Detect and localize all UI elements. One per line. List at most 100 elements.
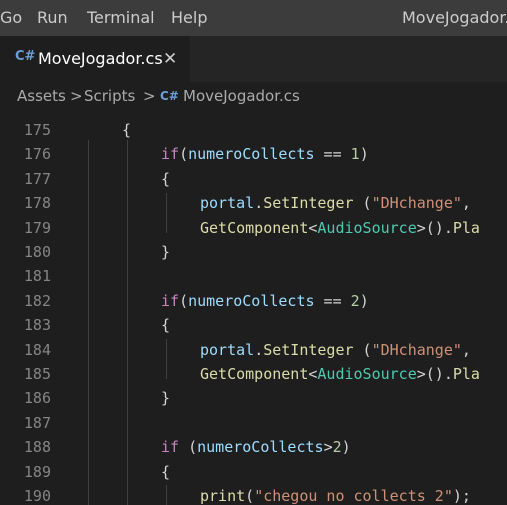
line-number: 185 [23,365,51,383]
code-token: ); [452,487,471,505]
code-text: if(numeroCollects == 1) [161,142,369,166]
chevron-right-icon: > [70,87,83,105]
code-token: numeroCollects [197,438,324,457]
code-line[interactable]: 178 portal.SetInteger ("DHchange", [0,191,507,215]
code-token: portal [200,340,255,359]
line-number: 181 [23,267,51,286]
window-title: MoveJogador.cs [402,8,507,27]
code-line[interactable]: 185 GetComponent<AudioSource>().Pla [0,362,507,386]
line-number: 175 [23,121,51,139]
code-token: . [254,194,264,213]
code-token: if [161,145,180,164]
code-line[interactable]: 188 if (numeroCollects>2) [0,435,507,459]
code-line[interactable]: 177 { [0,167,507,191]
code-line[interactable]: 175 { [0,118,507,142]
code-token: GetComponent [200,218,309,237]
code-text: portal.SetInteger ("DHchange", [200,338,471,362]
line-number: 180 [23,243,51,261]
code-token: AudioSource [317,365,417,383]
code-text: } [161,240,170,264]
menu-bar: Go Run Terminal Help MoveJogador.cs [0,0,507,36]
menu-terminal[interactable]: Terminal [87,0,155,36]
line-number: 186 [23,389,51,408]
code-line[interactable]: 184 portal.SetInteger ("DHchange", [0,338,507,362]
line-number: 178 [23,194,51,213]
code-token: { [161,316,171,335]
close-icon[interactable]: ✕ [163,36,177,82]
code-line[interactable]: 186} [0,386,507,410]
code-line[interactable]: 187 [0,411,507,435]
code-line[interactable]: 189 { [0,460,507,484]
code-token: ( [245,487,255,505]
code-token: numeroCollects [188,145,315,164]
code-token: ( [179,291,189,310]
tab-movejogador[interactable]: C# MoveJogador.cs ✕ [0,36,190,82]
line-number: 189 [23,462,51,481]
code-token: "chegou no collects 2" [254,487,453,505]
menu-run[interactable]: Run [37,0,68,36]
code-text: { [161,460,170,484]
code-token: SetInteger [263,194,354,213]
line-number: 187 [23,413,51,432]
code-token: ) [359,291,369,310]
code-token: if [161,291,180,310]
code-line[interactable]: 176 if(numeroCollects == 1) [0,142,507,166]
line-number: 179 [23,218,51,237]
code-text: { [122,118,131,142]
code-token: } [161,389,171,408]
code-line[interactable]: 180} [0,240,507,264]
code-text: } [161,386,170,410]
code-token: ( [353,340,372,359]
breadcrumb-scripts[interactable]: Scripts [84,82,135,110]
code-token: , [461,194,471,213]
csharp-file-icon: C# [15,49,36,64]
code-token: AudioSource [317,218,417,237]
tab-label: MoveJogador.cs [38,49,163,68]
code-token: ) [359,145,369,164]
code-token: { [161,169,171,188]
code-line[interactable]: 183 { [0,313,507,337]
code-token: Pla [452,365,480,383]
code-token: == [314,145,351,164]
tab-bar: C# MoveJogador.cs ✕ [0,36,507,82]
breadcrumb-file[interactable]: MoveJogador.cs [183,82,300,110]
code-token: numeroCollects [188,291,315,310]
code-token: SetInteger [263,340,354,359]
code-token: == [314,291,351,310]
code-token: "DHchange" [371,194,462,213]
line-number: 190 [23,487,51,505]
code-token: 1 [350,145,360,164]
code-token: ( [179,145,189,164]
line-number: 176 [23,145,51,164]
code-line[interactable]: 181 [0,264,507,288]
code-text: portal.SetInteger ("DHchange", [200,191,471,215]
code-token: { [161,462,171,481]
code-text: { [161,313,170,337]
code-token: portal [200,194,255,213]
code-token: "DHchange" [371,340,462,359]
code-text: if(numeroCollects == 2) [161,289,369,313]
code-text: { [161,167,170,191]
code-line[interactable]: 182 if(numeroCollects == 2) [0,289,507,313]
code-token: print [200,487,246,505]
code-line[interactable]: 179 GetComponent<AudioSource>().Pla [0,216,507,240]
line-number: 177 [23,169,51,188]
code-token: GetComponent [200,365,309,383]
menu-help[interactable]: Help [171,0,207,36]
breadcrumb-assets[interactable]: Assets [17,82,66,110]
code-token: ( [353,194,372,213]
code-line[interactable]: 190 print("chegou no collects 2"); [0,484,507,505]
line-number: 184 [23,340,51,359]
code-editor[interactable]: 175{176 if(numeroCollects == 1) 177{178 por… [0,110,507,505]
code-token: >(). [416,365,453,383]
menu-go[interactable]: Go [0,0,22,36]
code-text: if (numeroCollects>2) [161,435,351,459]
code-text: GetComponent<AudioSource>().Pla [200,216,480,240]
code-text: GetComponent<AudioSource>().Pla [200,362,480,386]
code-token: . [254,340,264,359]
code-token: } [161,243,171,261]
code-token: 2 [332,438,342,457]
code-token: >(). [416,218,453,237]
code-token: 2 [350,291,360,310]
breadcrumb: Assets > Scripts > C# MoveJogador.cs [0,82,507,110]
